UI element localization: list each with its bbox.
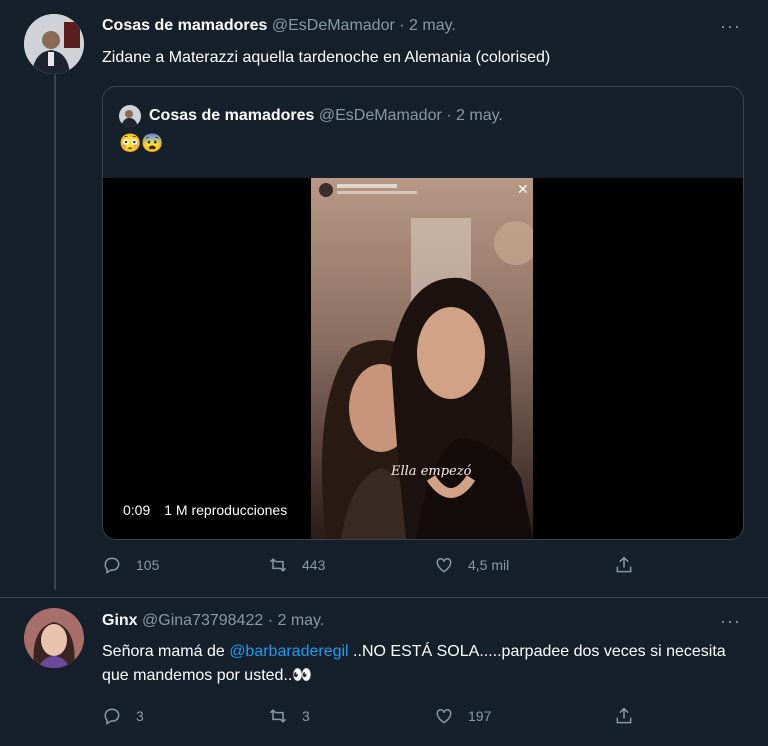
reply-icon xyxy=(104,557,120,574)
quoted-tweet[interactable]: Cosas de mamadores @EsDeMamador · 2 may.… xyxy=(102,86,744,540)
avatar[interactable] xyxy=(24,14,84,74)
video-frame: ✕ Ella empezó xyxy=(311,178,533,539)
author-name[interactable]: Ginx xyxy=(102,612,138,629)
like-icon xyxy=(436,557,452,573)
story-caption: Ella empezó xyxy=(391,464,472,479)
quote-date: · 2 may. xyxy=(446,107,503,124)
video-views: 1 M reproducciones xyxy=(164,502,288,518)
tweet-text: Señora mamá de @barbaraderegil ..NO ESTÁ… xyxy=(102,640,752,688)
retweet-icon xyxy=(269,558,287,572)
quote-author-handle: @EsDeMamador xyxy=(318,107,442,124)
divider xyxy=(0,597,768,598)
retweet-count: 443 xyxy=(302,557,326,573)
quote-avatar xyxy=(119,105,141,127)
reply-count: 105 xyxy=(136,557,160,573)
share-button[interactable] xyxy=(614,555,634,575)
avatar[interactable] xyxy=(24,608,84,668)
like-count: 4,5 mil xyxy=(468,557,510,573)
author-name[interactable]: Cosas de mamadores xyxy=(102,17,267,34)
more-icon[interactable]: ··· xyxy=(720,611,741,632)
share-button[interactable] xyxy=(614,706,634,726)
share-icon xyxy=(616,556,632,573)
retweet-count: 3 xyxy=(302,708,310,724)
quote-text: 😳😨 xyxy=(119,133,164,153)
video-duration: 0:09 xyxy=(123,502,151,518)
tweet-date[interactable]: · 2 may. xyxy=(399,17,456,34)
tweet-text-part: Señora mamá de xyxy=(102,643,230,660)
more-icon[interactable]: ··· xyxy=(720,16,741,37)
retweet-icon xyxy=(269,709,287,723)
like-button[interactable]: 4,5 mil xyxy=(434,555,614,575)
tweet-date[interactable]: · 2 may. xyxy=(268,612,325,629)
author-handle[interactable]: @Gina73798422 xyxy=(142,612,263,629)
author-handle[interactable]: @EsDeMamador xyxy=(272,17,395,34)
retweet-button[interactable]: 443 xyxy=(268,555,434,575)
like-count: 197 xyxy=(468,708,492,724)
tweet-text: Zidane a Materazzi aquella tardenoche en… xyxy=(102,49,551,66)
thread-line xyxy=(54,70,56,590)
reply-button[interactable]: 3 xyxy=(102,706,268,726)
video-player[interactable]: ✕ Ella empezó 0:09 1 M reproducciones xyxy=(103,178,743,539)
share-icon xyxy=(616,707,632,724)
quote-author-name: Cosas de mamadores xyxy=(149,107,315,124)
reply-count: 3 xyxy=(136,708,144,724)
mention-link[interactable]: @barbaraderegil xyxy=(229,643,348,660)
like-button[interactable]: 197 xyxy=(434,706,614,726)
svg-text:✕: ✕ xyxy=(517,182,529,198)
reply-button[interactable]: 105 xyxy=(102,555,268,575)
retweet-button[interactable]: 3 xyxy=(268,706,434,726)
like-icon xyxy=(436,708,452,724)
reply-icon xyxy=(104,708,120,725)
